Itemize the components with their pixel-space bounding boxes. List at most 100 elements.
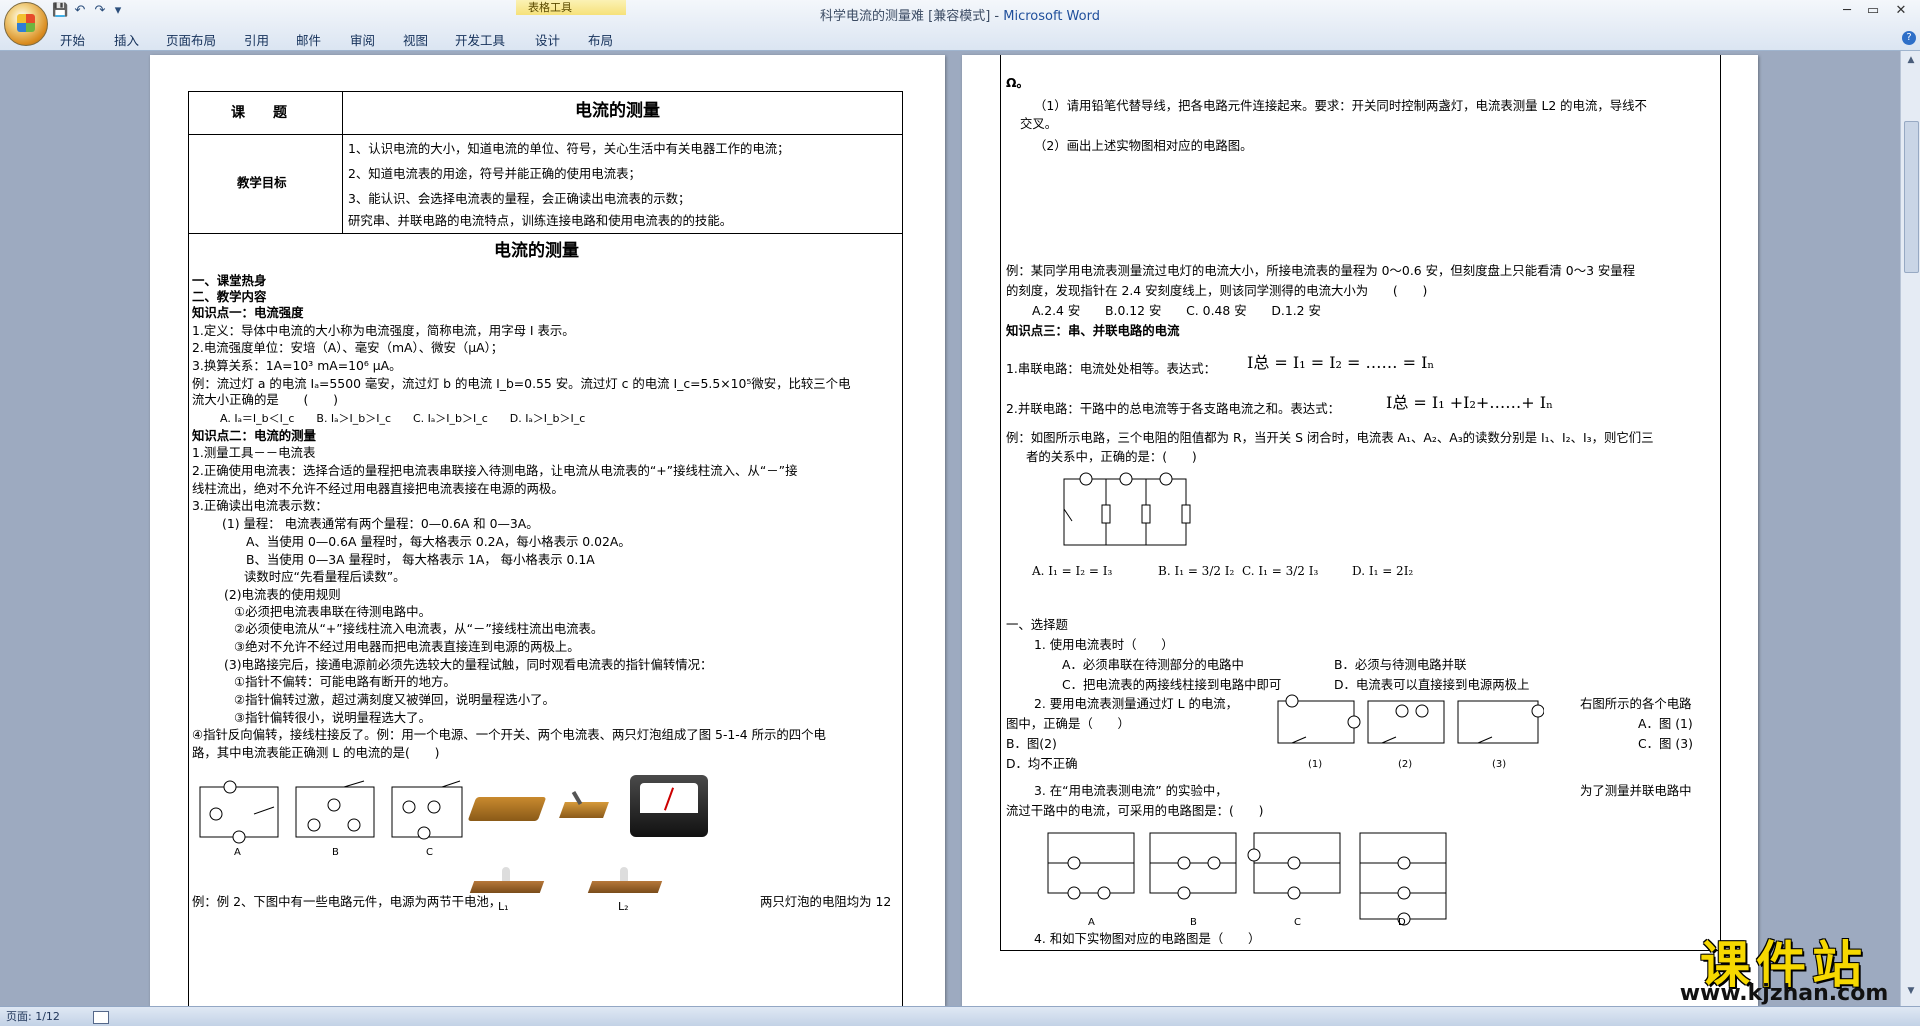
- text-line: (2)电流表的使用规则: [224, 587, 341, 602]
- tab-insert[interactable]: 插入: [114, 30, 139, 49]
- text-line: (1) 量程： 电流表通常有两个量程：0—0.6A 和 0—3A。: [222, 516, 539, 531]
- window-title: 科学电流的测量难 [兼容模式] - Microsoft Word: [0, 5, 1920, 24]
- text-line: ③指针偏转很小，说明量程选大了。: [234, 710, 431, 725]
- figure-label: B: [1190, 917, 1197, 927]
- question-line: 图中，正确是（ ）: [1006, 716, 1130, 731]
- tab-mailings[interactable]: 邮件: [296, 30, 321, 49]
- scroll-up-icon[interactable]: ▲: [1905, 55, 1917, 65]
- option-currents: A. I₁ = I₂ = I₃: [1032, 564, 1113, 578]
- table-cell-topic-value: 电流的测量: [342, 91, 903, 135]
- text-line: 的刻度，发现指针在 2.4 安刻度线上，则该同学测得的电流大小为 ( ): [1006, 283, 1428, 298]
- text-line: ③绝对不允许不经过用电器而把电流表直接连到电源的两极上。: [234, 639, 580, 654]
- text-line: (3)电路接完后，接通电源前必须先选较大的量程试触，同时观看电流表的指针偏转情况…: [224, 657, 713, 672]
- text-line: 交叉。: [1020, 116, 1058, 131]
- knowledge-heading: 知识点一：电流强度: [192, 305, 304, 320]
- text-line: B、当使用 0—3A 量程时， 每大格表示 1A， 每小格表示 0.1A: [246, 552, 595, 567]
- topic-title: 电流的测量: [575, 101, 660, 121]
- figure-label: (2): [1398, 759, 1412, 770]
- figure-label: B: [332, 847, 339, 857]
- tab-layout[interactable]: 布局: [588, 30, 613, 49]
- tab-references[interactable]: 引用: [244, 30, 269, 49]
- option-line: B．图(2): [1006, 736, 1057, 751]
- text-line: 1.测量工具－－电流表: [192, 445, 316, 460]
- question-line: 为了测量并联电路中: [1580, 783, 1692, 798]
- scroll-thumb[interactable]: [1904, 121, 1919, 273]
- tab-design[interactable]: 设计: [535, 30, 560, 49]
- goal-line: 2、知道电流表的用途，符号并能正确的使用电流表；: [348, 166, 641, 181]
- text-line: 1.定义：导体中电流的大小称为电流强度，简称电流，用字母 I 表示。: [192, 323, 575, 338]
- formula-parallel: I总 = I₁ +I₂+……+ Iₙ: [1386, 393, 1554, 412]
- tab-page-layout[interactable]: 页面布局: [166, 30, 216, 49]
- help-icon[interactable]: ?: [1902, 31, 1916, 45]
- restore-icon[interactable]: ▭: [1862, 2, 1884, 20]
- proofing-icon[interactable]: [93, 1010, 110, 1024]
- figure-label: A: [234, 847, 241, 857]
- text-line: 例：例 2、下图中有一些电路元件，电源为两节干电池，: [192, 894, 502, 909]
- section-heading: 一、课堂热身: [192, 273, 267, 288]
- lamp-label: L₂: [618, 900, 629, 913]
- option-currents: D. I₁ = 2I₂: [1352, 564, 1414, 578]
- option-line: A．必须串联在待测部分的电路中: [1062, 657, 1244, 672]
- option-line: C．把电流表的两接线柱接到电路中即可: [1062, 677, 1282, 692]
- minimize-icon[interactable]: ─: [1836, 2, 1858, 20]
- text-line: （1）请用铅笔代替导线，把各电路元件连接起来。要求：开关同时控制两盏灯，电流表测…: [1034, 98, 1647, 113]
- formula-series: I总 = I₁ = I₂ = …… = Iₙ: [1247, 353, 1435, 372]
- text-line: 流大小正确的是 ( ): [192, 392, 338, 407]
- text-line: 2.正确使用电流表：选择合适的量程把电流表串联接入待测电路，让电流从电流表的“+…: [192, 463, 798, 478]
- resistor-circuit-figure: [1063, 472, 1191, 546]
- figure-label: (3): [1492, 759, 1506, 770]
- figure-label: D: [1398, 917, 1406, 927]
- document-page-1[interactable]: 课 题 电流的测量 教学目标 1、认识电流的大小，知道电流的单位、符号，关心生活…: [150, 55, 945, 1006]
- text-line: 例：流过灯 a 的电流 Iₐ=5500 毫安，流过灯 b 的电流 I_b=0.5…: [192, 376, 851, 391]
- table-cell-topic-label: 课 题: [188, 91, 343, 135]
- tab-developer[interactable]: 开发工具: [455, 30, 505, 49]
- lamp-bulb-image: [502, 867, 510, 881]
- text-line: 路，其中电流表能正确测 L 的电流的是( ): [192, 745, 440, 760]
- topic-label: 课 题: [231, 105, 287, 121]
- circuit-figures-q2: (1) (2) (3): [1277, 694, 1544, 770]
- knowledge-heading: 知识点二：电流的测量: [192, 428, 316, 443]
- text-line: ①指针不偏转：可能电路有断开的地方。: [234, 674, 456, 689]
- ribbon: 💾 ↶ ↷ ▾ 表格工具 科学电流的测量难 [兼容模式] - Microsoft…: [0, 0, 1920, 51]
- switch-image: [559, 802, 609, 818]
- knowledge-heading: 知识点三：串、并联电路的电流: [1006, 323, 1180, 338]
- status-page-count[interactable]: 页面: 1/12: [6, 1010, 60, 1023]
- content-heading: 电流的测量: [494, 241, 579, 261]
- goal-line: 3、能认识、会选择电流表的量程，会正确读出电流表的示数；: [348, 191, 691, 206]
- text-line: 1.串联电路：电流处处相等。表达式：: [1006, 361, 1217, 376]
- text-line: ①必须把电流表串联在待测电路中。: [234, 604, 431, 619]
- text-line: 2.并联电路：干路中的总电流等于各支路电流之和。表达式：: [1006, 401, 1340, 416]
- goals-label: 教学目标: [237, 175, 287, 190]
- vertical-scrollbar[interactable]: ▲ ▼: [1900, 51, 1920, 1006]
- question-line: 1. 使用电流表时（ ）: [1034, 637, 1174, 652]
- text-line: Ω。: [1006, 75, 1029, 90]
- scroll-down-icon[interactable]: ▼: [1905, 986, 1917, 996]
- close-icon[interactable]: ✕: [1890, 2, 1912, 20]
- text-line: ②必须使电流从“+”接线柱流入电流表，从“－”接线柱流出电流表。: [234, 621, 604, 636]
- text-line: 者的关系中，正确的是：( ): [1026, 449, 1197, 464]
- lamp-bulb-image: [620, 867, 628, 881]
- option-currents: B. I₁ = 3/2 I₂: [1158, 564, 1235, 578]
- question-line: 流过干路中的电流，可采用的电路图是：( ): [1006, 803, 1264, 818]
- question-line: 2. 要用电流表测量通过灯 L 的电流，: [1034, 696, 1239, 711]
- question-line: 3. 在“用电流表测电流” 的实验中，: [1034, 783, 1228, 798]
- watermark-url: www.kjzhan.com: [1679, 981, 1889, 1006]
- tab-home[interactable]: 开始: [60, 30, 85, 49]
- option-currents: C. I₁ = 3/2 I₃: [1242, 564, 1319, 578]
- options-line: A.2.4 安 B.0.12 安 C. 0.48 安 D.1.2 安: [1032, 303, 1321, 318]
- tab-review[interactable]: 审阅: [350, 30, 375, 49]
- question-line: 4. 和如下实物图对应的电路图是（ ）: [1034, 931, 1261, 946]
- lamp-holder-image: [469, 881, 545, 893]
- circuit-figures-q3: A B C D: [1047, 832, 1447, 927]
- text-line: 例：如图所示电路，三个电阻的阻值都为 R，当开关 S 闭合时，电流表 A₁、A₂…: [1006, 430, 1654, 445]
- figure-label: C: [426, 847, 433, 857]
- text-line: A、当使用 0—0.6A 量程时，每大格表示 0.2A，每小格表示 0.02A。: [246, 534, 631, 549]
- text-line: 两只灯泡的电阻均为 12: [760, 894, 892, 909]
- figure-label: A: [1088, 917, 1095, 927]
- circuit-figures-abc: A B C: [199, 780, 463, 857]
- watermark-logo: 课件站 www.kjzhan.com: [1668, 925, 1900, 1006]
- option-line: B．必须与待测电路并联: [1334, 657, 1467, 672]
- text-line: 3.正确读出电流表示数：: [192, 498, 328, 513]
- tab-view[interactable]: 视图: [403, 30, 428, 49]
- document-page-2[interactable]: Ω。 （1）请用铅笔代替导线，把各电路元件连接起来。要求：开关同时控制两盏灯，电…: [962, 55, 1758, 1006]
